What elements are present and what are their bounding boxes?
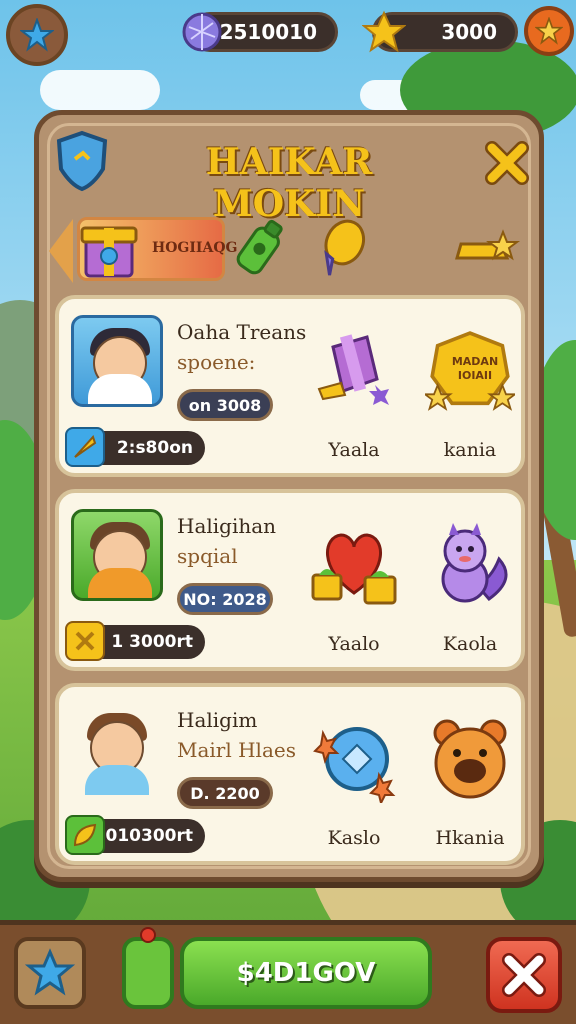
inventory-button[interactable] <box>14 937 86 1009</box>
card-title-line1: Haligim <box>177 708 258 732</box>
star-coin-icon <box>361 9 407 55</box>
character-avatar <box>71 509 163 601</box>
top-hud: 2510010 3000 <box>0 0 576 66</box>
gems-counter: 2510010 <box>182 12 338 52</box>
card-title-line1: Oaha Treans <box>177 320 307 344</box>
star-icon <box>535 17 563 45</box>
green-leaf-icon <box>65 815 105 855</box>
item-label: Yaala <box>328 439 380 461</box>
gem-ball-icon <box>179 9 225 55</box>
green-bottle-icon <box>236 219 283 275</box>
star-badge-icon <box>20 18 54 52</box>
orange-bear-icon <box>425 713 515 803</box>
reward-counter: 010300rt <box>65 815 205 855</box>
offer-card-1[interactable]: Oaha Treans spoene: on 3008 2:s80on Yaal… <box>55 295 525 477</box>
cancel-button[interactable] <box>486 937 562 1013</box>
reward-value: 1 3000rt <box>111 632 193 652</box>
purple-box-icon <box>309 325 399 415</box>
coins-value: 3000 <box>441 20 497 44</box>
gems-value: 2510010 <box>219 20 317 44</box>
card-title: Haligim Mairl Hlaes <box>177 705 296 765</box>
reward-counter: 1 3000rt <box>65 621 205 661</box>
gold-badge-icon: MADAN IOIAII <box>425 325 515 415</box>
tab-balloons[interactable] <box>305 213 375 283</box>
cloud <box>40 70 160 110</box>
category-tabs: HOGIIAQG <box>49 213 529 291</box>
tab-prev-arrow-icon[interactable] <box>49 219 73 283</box>
reward-item[interactable]: Yaalo <box>299 509 409 659</box>
shop-panel: HAIKAR MOKIN HOGIIAQG Oaha Treans spoene… <box>34 110 544 882</box>
gift-box-icon <box>79 211 139 283</box>
balloon-icon <box>324 219 366 276</box>
item-label: Yaalo <box>328 633 380 655</box>
favorites-button[interactable] <box>524 6 574 56</box>
reward-item[interactable]: Hkania <box>415 703 525 853</box>
gold-coin-icon <box>65 621 105 661</box>
red-heart-gift-icon <box>309 519 399 609</box>
coins-counter: 3000 <box>362 10 518 53</box>
reward-item[interactable]: Yaala <box>299 315 409 465</box>
panel-close-button[interactable] <box>479 135 535 191</box>
notification-dot <box>140 927 156 943</box>
close-x-icon <box>502 953 546 997</box>
profile-button[interactable] <box>6 4 68 66</box>
offer-card-2[interactable]: Haligihan spqial NO: 2028 1 3000rt Yaalo <box>55 489 525 671</box>
card-badge: on 3008 <box>177 389 273 421</box>
avatar-shirt <box>85 765 149 795</box>
character-avatar <box>71 703 163 795</box>
item-label: kania <box>443 439 497 461</box>
card-badge: NO: 2028 <box>177 583 273 615</box>
gold-bar-icon <box>455 229 520 261</box>
blue-gem-icon <box>309 713 399 803</box>
item-label: Hkania <box>435 827 505 849</box>
small-green-button[interactable] <box>122 927 174 1009</box>
card-badge: D. 2200 <box>177 777 273 809</box>
card-title-line2: Mairl Hlaes <box>177 738 296 762</box>
card-title-line2: spqial <box>177 544 238 568</box>
avatar-shirt <box>88 568 152 598</box>
bottom-bar: $4D1GOV <box>0 920 576 1024</box>
reward-item[interactable]: Kaola <box>415 509 525 659</box>
reward-value: 010300rt <box>105 826 193 846</box>
offer-card-3[interactable]: Haligim Mairl Hlaes D. 2200 010300rt Kas… <box>55 683 525 865</box>
tab-potions[interactable] <box>225 213 295 283</box>
close-icon <box>485 141 529 185</box>
reward-item[interactable]: MADAN IOIAII kania <box>415 315 525 465</box>
avatar-shirt <box>88 374 152 404</box>
reward-value: 2:s80on <box>116 438 193 458</box>
buy-button[interactable]: $4D1GOV <box>180 937 432 1009</box>
gold-badge-text: MADAN IOIAII <box>451 355 499 382</box>
card-title-line1: Haligihan <box>177 514 277 538</box>
blue-star-icon <box>25 948 75 996</box>
shield-icon <box>56 130 108 192</box>
reward-counter: 2:s80on <box>65 427 205 467</box>
reward-item[interactable]: Kaslo <box>299 703 409 853</box>
tab-gold[interactable] <box>453 221 523 277</box>
item-label: Kaola <box>442 633 498 655</box>
purple-squirrel-icon <box>425 519 515 609</box>
character-avatar <box>71 315 163 407</box>
shield-button[interactable] <box>53 129 111 193</box>
card-title-line2: spoene: <box>177 350 256 374</box>
card-title: Haligihan spqial <box>177 511 276 571</box>
card-title: Oaha Treans spoene: <box>177 317 306 377</box>
feather-icon <box>65 427 105 467</box>
item-label: Kaslo <box>327 827 381 849</box>
